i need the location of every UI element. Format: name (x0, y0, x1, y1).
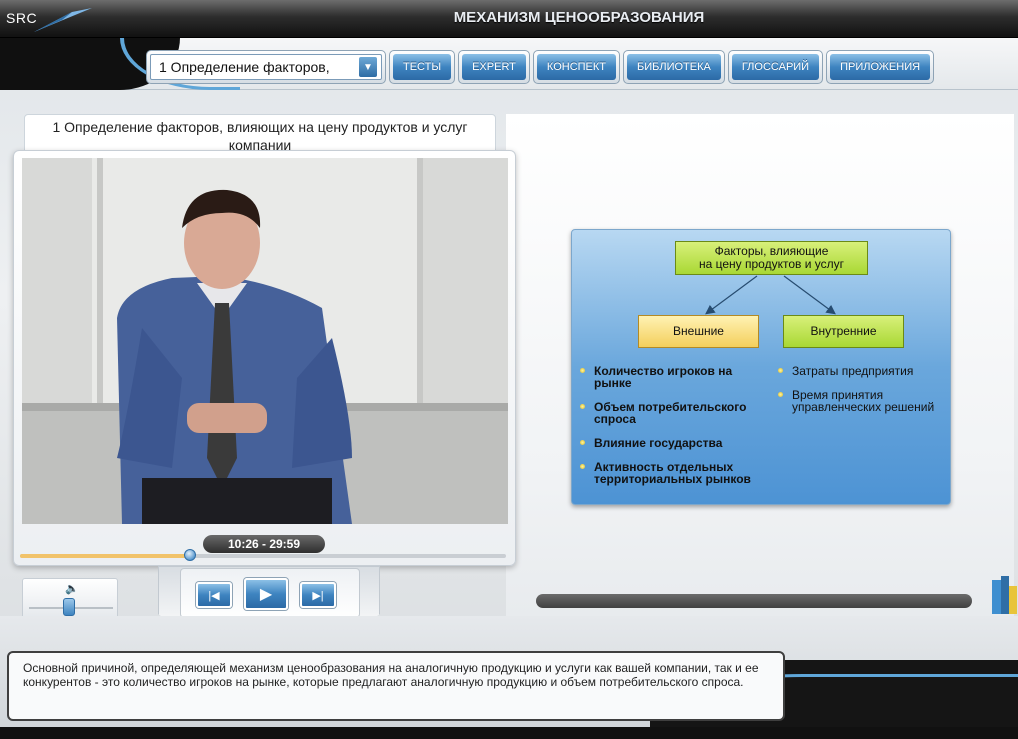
play-icon: ▶ (259, 586, 273, 603)
prev-button[interactable]: |◀ (196, 582, 232, 608)
library-button[interactable]: БИБЛИОТЕКА (623, 50, 725, 84)
expert-button[interactable]: EXPERT (458, 50, 530, 84)
list-item: Количество игроков на рынке (577, 365, 767, 389)
glossary-button-label: ГЛОССАРИЙ (731, 54, 820, 80)
progress-track[interactable] (20, 549, 506, 561)
internal-factors-node: Внутренние (783, 315, 904, 348)
speaker-icon: 🔈 (65, 583, 79, 595)
diagram-root-label: Факторы, влияющие на цену продуктов и усл… (698, 244, 844, 271)
prev-icon: |◀ (208, 589, 220, 602)
chevron-down-icon[interactable]: ▼ (359, 57, 377, 77)
appendices-button[interactable]: ПРИЛОЖЕНИЯ (826, 50, 935, 84)
caption-text: Основной причиной, определяющей механизм… (7, 651, 785, 721)
lesson-select[interactable]: 1 Определение факторов, ▼ (146, 50, 386, 84)
tests-button-label: ТЕСТЫ (393, 54, 452, 80)
appendices-button-label: ПРИЛОЖЕНИЯ (830, 54, 931, 80)
progress-handle[interactable] (184, 549, 196, 561)
list-item: Время принятия управленческих решений (775, 389, 950, 413)
progress-fill (20, 554, 190, 558)
list-item: Объем потребительского спроса (577, 401, 767, 425)
play-button[interactable]: ▶ (244, 578, 288, 610)
external-factors-node: Внешние (638, 315, 759, 348)
list-item: Активность отдельных территориальных рын… (577, 461, 767, 485)
bottom-bar (0, 727, 1018, 739)
lesson-select-field[interactable]: 1 Определение факторов, ▼ (150, 54, 382, 80)
lecture-video[interactable] (22, 158, 508, 524)
list-item: Влияние государства (577, 437, 767, 449)
expert-button-label: EXPERT (462, 54, 526, 80)
time-display: 10:26 - 29:59 (203, 535, 325, 553)
external-factors-list: Количество игроков на рынке Объем потреб… (577, 365, 767, 497)
board-scrollbar[interactable] (536, 594, 972, 608)
list-item: Затраты предприятия (775, 365, 950, 377)
books-icon (992, 576, 1017, 614)
lesson-select-value: 1 Определение факторов, (159, 59, 330, 75)
internal-factors-list: Затраты предприятия Время принятия управ… (775, 365, 950, 425)
diagram-root-node: Факторы, влияющие на цену продуктов и усл… (675, 241, 868, 275)
tests-button[interactable]: ТЕСТЫ (389, 50, 456, 84)
glossary-button[interactable]: ГЛОССАРИЙ (727, 50, 824, 84)
summary-button[interactable]: КОНСПЕКТ (532, 50, 621, 84)
factors-diagram: Факторы, влияющие на цену продуктов и усл… (571, 229, 951, 505)
app-title: МЕХАНИЗМ ЦЕНООБРАЗОВАНИЯ (453, 9, 705, 26)
title-bar: SRC МЕХАНИЗМ ЦЕНООБРАЗОВАНИЯ (0, 0, 1018, 38)
toolbar: 1 Определение факторов, ▼ ТЕСТЫ EXPERT К… (146, 50, 935, 84)
library-button-label: БИБЛИОТЕКА (627, 54, 721, 80)
lecturer-image (22, 158, 508, 524)
volume-handle[interactable] (63, 598, 75, 616)
summary-button-label: КОНСПЕКТ (536, 54, 617, 80)
next-icon: ▶| (312, 589, 324, 602)
next-button[interactable]: ▶| (300, 582, 336, 608)
